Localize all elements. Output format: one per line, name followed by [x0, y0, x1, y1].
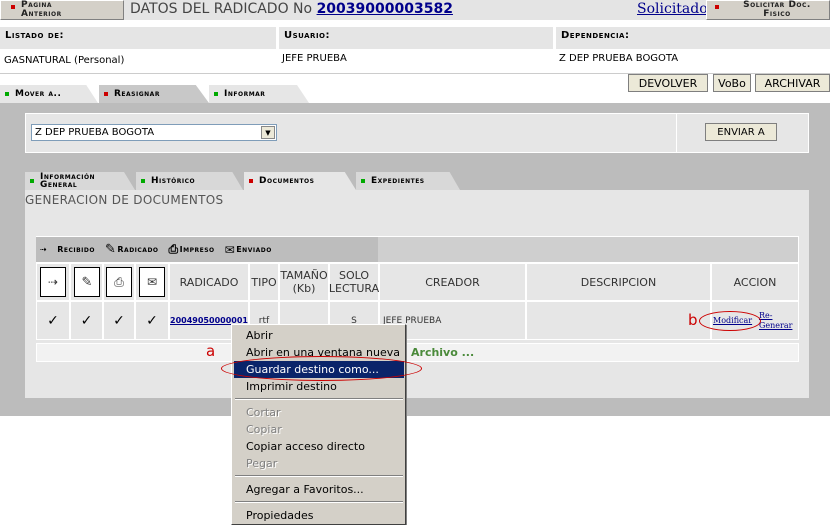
legend-impreso: Impreso [179, 245, 215, 254]
solicitar-doc-button[interactable]: Solicitar Doc. Fisico [706, 0, 830, 20]
tab-reasignar-label: Reasignar [114, 89, 160, 99]
pen-icon: ✎ [104, 242, 117, 257]
check-enviado: ✓ [135, 301, 169, 340]
tab-documentos[interactable]: Documentos [244, 172, 356, 190]
header-tamano-2: (Kb) [292, 282, 316, 295]
tab-historico[interactable]: Histórico [136, 172, 243, 190]
enviar-button[interactable]: ENVIAR A [705, 123, 777, 141]
usuario-value: JEFE PRUEBA [282, 53, 347, 64]
tab-informacion-general[interactable]: Información General [25, 172, 135, 190]
icon-header-radicado: ✎ [70, 263, 103, 301]
tab-mover-label: Mover a.. [15, 89, 62, 99]
menu-separator [235, 501, 403, 503]
archivo-link[interactable]: Archivo ... [411, 346, 474, 359]
usuario-label: Usuario: [279, 27, 553, 49]
row-descripcion [526, 301, 711, 340]
annotation-b-ellipse [699, 311, 761, 331]
green-dot-icon [361, 179, 365, 183]
doc-impreso-icon: ⎙ [106, 267, 132, 297]
annotation-a-ellipse [221, 356, 422, 381]
header-tamano: TAMAÑO (Kb) [279, 263, 329, 301]
section-title: GENERACION DE DOCUMENTOS [25, 193, 224, 207]
arrow-right-icon: ⇢ [40, 245, 48, 254]
solicitados-link[interactable]: Solicitados [637, 1, 715, 17]
doc-enviado-icon: ✉ [139, 267, 165, 297]
regenerar-2: Generar [759, 321, 793, 330]
dependencia-select[interactable]: Z DEP PRUEBA BOGOTA ▼ [31, 124, 277, 141]
legend-strip: ⇢ Recibido ✎ Radicado ⎙ Impreso ✉ Enviado [36, 237, 378, 262]
regenerar-link[interactable]: Re- Generar [759, 311, 792, 331]
red-dot-icon [104, 92, 108, 96]
title-prefix: DATOS DEL RADICADO No [130, 1, 313, 17]
check-impreso: ✓ [103, 301, 135, 340]
tab-historico-label: Histórico [151, 176, 196, 186]
dependencia-value: Z DEP PRUEBA BOGOTA [559, 53, 679, 64]
printer-icon: ⎙ [168, 242, 179, 256]
legend-radicado: Radicado [117, 245, 159, 254]
menu-agregar-favoritos[interactable]: Agregar a Favoritos... [232, 481, 406, 498]
header-solo-lectura: SOLO LECTURA [329, 263, 379, 301]
tab-expedientes[interactable]: Expedientes [356, 172, 460, 190]
header-tipo: TIPO [249, 263, 279, 301]
menu-pegar: Pegar [246, 457, 278, 470]
red-dot-icon [715, 5, 719, 9]
header-creador: CREADOR [379, 263, 526, 301]
archivar-button[interactable]: ARCHIVAR [755, 74, 830, 92]
tab-informar[interactable]: Informar [209, 85, 309, 103]
icon-header-recibido: ⇢ [36, 263, 70, 301]
doc-radicado-icon: ✎ [74, 267, 100, 297]
legend-recibido: Recibido [57, 245, 95, 254]
vobo-button[interactable]: VoBo [713, 74, 751, 92]
tab-reasignar[interactable]: Reasignar [99, 85, 209, 103]
context-menu: Abrir Abrir en una ventana nueva Guardar… [231, 324, 406, 525]
dependencia-select-value: Z DEP PRUEBA BOGOTA [35, 127, 155, 138]
green-dot-icon [5, 92, 9, 96]
red-dot-icon [249, 179, 253, 183]
tab-documentos-label: Documentos [259, 176, 315, 186]
radicado-number-link[interactable]: 20039000003582 [317, 1, 453, 17]
header-solo-1: SOLO [338, 269, 370, 282]
annotation-a-label: a [206, 342, 216, 360]
doc-recibido-icon: ⇢ [40, 267, 66, 297]
listado-value: GASNATURAL (Personal) [4, 55, 125, 66]
header-solo-2: LECTURA [328, 282, 380, 295]
regenerar-1: Re- [759, 311, 773, 320]
tab-informar-label: Informar [224, 89, 266, 99]
header-accion: ACCION [711, 263, 799, 301]
header-descripcion: DESCRIPCION [526, 263, 711, 301]
prev-page-label-2: Anterior [21, 9, 62, 19]
menu-cortar: Cortar [246, 406, 281, 419]
legend-enviado: Enviado [236, 245, 272, 254]
icon-header-enviado: ✉ [135, 263, 169, 301]
check-recibido: ✓ [36, 301, 70, 340]
red-dot-icon [11, 5, 15, 9]
solicitar-label-2: Fisico [763, 9, 791, 19]
envelope-icon: ✉ [224, 242, 236, 257]
dependencia-label: Dependencia: [556, 27, 830, 49]
prev-page-button[interactable]: Pagina Anterior [0, 0, 124, 20]
green-dot-icon [214, 92, 218, 96]
tab-expedientes-label: Expedientes [371, 176, 425, 186]
icon-header-impreso: ⎙ [103, 263, 135, 301]
devolver-button[interactable]: DEVOLVER [628, 74, 708, 92]
green-dot-icon [30, 179, 34, 183]
menu-abrir[interactable]: Abrir [232, 327, 406, 344]
chevron-down-icon[interactable]: ▼ [261, 126, 275, 139]
green-dot-icon [141, 179, 145, 183]
menu-separator [235, 398, 403, 400]
tab-info-label-2: General [40, 180, 78, 190]
menu-propiedades[interactable]: Propiedades [232, 507, 406, 524]
menu-separator [235, 475, 403, 477]
menu-copiar: Copiar [246, 423, 282, 436]
check-radicado: ✓ [70, 301, 103, 340]
tab-mover[interactable]: Mover a.. [0, 85, 98, 103]
header-tamano-1: TAMAÑO [280, 269, 328, 282]
menu-copiar-acceso-directo[interactable]: Copiar acceso directo [232, 438, 406, 455]
header-radicado: RADICADO [169, 263, 249, 301]
page-title: DATOS DEL RADICADO No 20039000003582 [130, 1, 453, 17]
annotation-b-label: b [688, 311, 698, 329]
listado-label: Listado de: [0, 27, 276, 49]
